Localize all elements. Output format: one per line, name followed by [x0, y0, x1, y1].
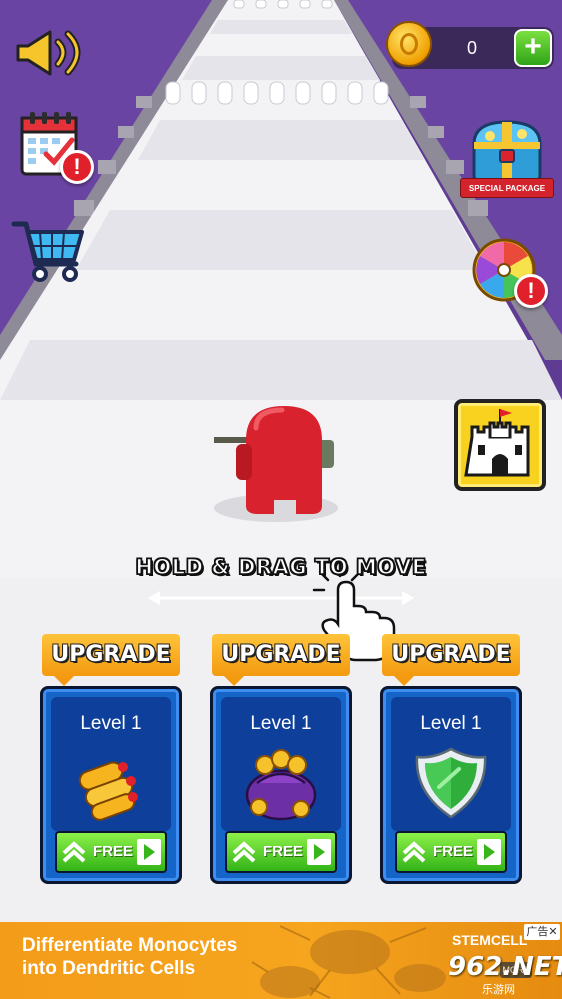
- megaphone-icon: [16, 30, 81, 76]
- watermark-subtext: 乐游网: [482, 983, 515, 996]
- upgrade-tag: UPGRADE: [212, 634, 350, 686]
- double-chevron-up-icon: [232, 841, 256, 863]
- free-upgrade-button[interactable]: FREE: [55, 831, 167, 873]
- upgrade-panel: Level 1 FREE: [40, 686, 182, 884]
- coin-icon: [386, 21, 432, 67]
- sound-button[interactable]: [10, 22, 90, 82]
- ad-banner[interactable]: Differentiate Monocytes into Dendritic C…: [0, 922, 562, 999]
- upgrade-card-shield: UPGRADE Level 1 FREE: [380, 634, 522, 884]
- bullets-icon: [78, 761, 138, 821]
- coin-pouch-icon: [245, 749, 317, 821]
- upgrade-card-bullets: UPGRADE Level 1 FREE: [40, 634, 182, 884]
- add-coins-button[interactable]: +: [514, 29, 552, 67]
- level-label: Level 1: [250, 713, 312, 734]
- free-label: FREE: [92, 843, 133, 860]
- special-package-label: SPECIAL PACKAGE: [460, 178, 554, 198]
- ad-brand: STEMCELL: [452, 932, 528, 948]
- treasure-chest-icon: [472, 120, 542, 182]
- double-chevron-up-icon: [62, 841, 86, 863]
- shop-button[interactable]: [8, 215, 88, 287]
- upgrade-tag: UPGRADE: [42, 634, 180, 686]
- coin-counter: 0 +: [386, 21, 554, 69]
- shopping-cart-icon: [11, 221, 84, 282]
- upgrade-tag: UPGRADE: [382, 634, 520, 686]
- plus-icon: +: [524, 30, 542, 63]
- ad-headline: Differentiate Monocytes into Dendritic C…: [22, 934, 322, 980]
- free-upgrade-button[interactable]: FREE: [395, 831, 507, 873]
- free-label: FREE: [262, 843, 303, 860]
- coin-value: 0: [466, 38, 477, 58]
- upgrade-panel: Level 1 FREE: [210, 686, 352, 884]
- play-video-icon: [137, 839, 161, 865]
- play-video-icon: [477, 839, 501, 865]
- castle-icon: [464, 409, 530, 477]
- ad-headline-line1: Differentiate Monocytes: [22, 935, 238, 956]
- double-chevron-up-icon: [402, 841, 426, 863]
- free-upgrade-button[interactable]: FREE: [225, 831, 337, 873]
- play-video-icon: [307, 839, 331, 865]
- spin-wheel-alert-badge: !: [514, 274, 548, 308]
- upgrade-card-coins: UPGRADE Level 1 FREE: [210, 634, 352, 884]
- upgrade-panel: Level 1 FREE: [380, 686, 522, 884]
- free-label: FREE: [432, 843, 473, 860]
- watermark-logo: 962.NET: [448, 952, 562, 982]
- level-label: Level 1: [420, 713, 482, 734]
- ad-close-tag[interactable]: 广告✕: [524, 924, 560, 940]
- ad-headline-line2: into Dendritic Cells: [22, 958, 196, 979]
- castle-button[interactable]: [454, 399, 546, 491]
- calendar-button[interactable]: !: [12, 110, 98, 190]
- calendar-alert-badge: !: [60, 150, 94, 184]
- special-package-button[interactable]: SPECIAL PACKAGE: [460, 116, 554, 202]
- hold-drag-hint: HOLD & DRAG TO MOVE: [135, 554, 427, 580]
- spin-wheel-button[interactable]: !: [470, 236, 550, 310]
- shield-icon: [415, 747, 487, 819]
- level-label: Level 1: [80, 713, 142, 734]
